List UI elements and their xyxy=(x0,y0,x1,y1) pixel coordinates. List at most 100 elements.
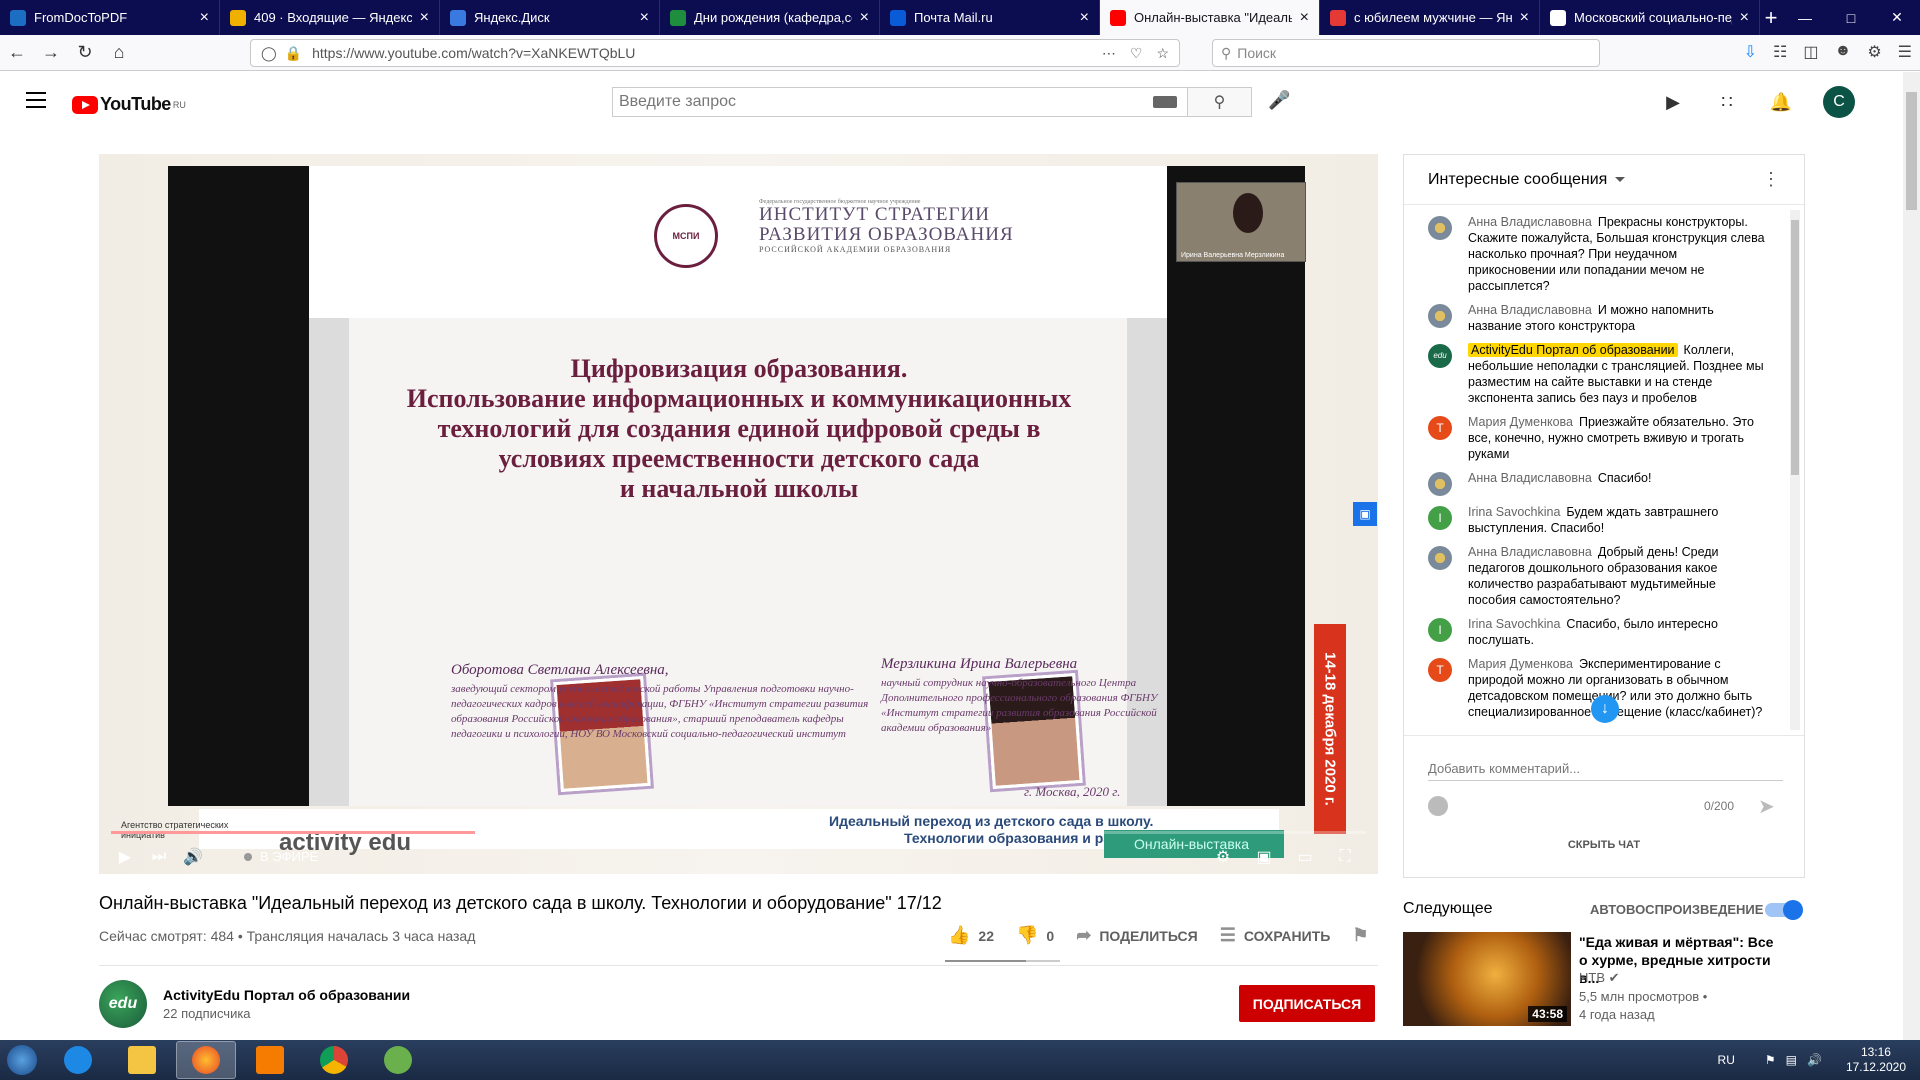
chat-scroll-thumb[interactable] xyxy=(1791,220,1799,475)
url-text[interactable]: https://www.youtube.com/watch?v=XaNKEWTQ… xyxy=(312,45,635,61)
chat-comment-input[interactable]: Добавить комментарий... xyxy=(1428,761,1783,781)
close-tab-icon[interactable]: × xyxy=(1300,9,1309,27)
channel-avatar[interactable]: edu xyxy=(99,980,147,1028)
chat-author-name[interactable]: Анна Владиславовна xyxy=(1468,545,1592,559)
youtube-search-input[interactable]: Введите запрос xyxy=(612,87,1188,117)
cast-icon[interactable]: ▣ xyxy=(1353,502,1377,526)
browser-tab[interactable]: Онлайн-выставка "Идеальн × xyxy=(1100,0,1320,35)
chat-author-name[interactable]: Анна Владиславовна xyxy=(1468,215,1592,229)
play-icon[interactable]: ▶ xyxy=(113,845,137,869)
fullscreen-icon[interactable]: ⛶ xyxy=(1333,845,1357,869)
chat-author-name[interactable]: ActivityEdu Портал об образовании xyxy=(1468,343,1678,357)
bookmark-star-icon[interactable]: ☆ xyxy=(1156,45,1169,62)
chat-author-avatar[interactable] xyxy=(1428,304,1452,328)
language-indicator[interactable]: RU xyxy=(1718,1053,1735,1067)
network-icon[interactable]: ▤ xyxy=(1786,1053,1797,1067)
library-icon[interactable]: ☷ xyxy=(1773,42,1787,62)
chat-author-name[interactable]: Мария Думенкова xyxy=(1468,657,1573,671)
chat-author-avatar[interactable] xyxy=(1428,472,1452,496)
browser-tab[interactable]: Московский социально-пед × xyxy=(1540,0,1760,35)
start-button[interactable] xyxy=(0,1040,44,1080)
video-player[interactable]: МСПИ Федеральное государственное бюджетн… xyxy=(99,154,1378,874)
next-icon[interactable]: ⏭ xyxy=(147,845,171,869)
home-icon[interactable]: ⌂ xyxy=(102,36,136,70)
account-icon[interactable]: ☻ xyxy=(1834,42,1851,62)
close-window-button[interactable]: ✕ xyxy=(1874,0,1920,35)
taskbar-torrent[interactable] xyxy=(368,1041,428,1079)
chat-author-avatar[interactable]: edu xyxy=(1428,344,1452,368)
taskbar-chrome[interactable] xyxy=(304,1041,364,1079)
subscribe-button[interactable]: ПОДПИСАТЬСЯ xyxy=(1239,985,1375,1022)
minimize-button[interactable]: — xyxy=(1782,0,1828,35)
apps-grid-icon[interactable]: ∷ xyxy=(1715,90,1739,114)
chat-author-avatar[interactable]: I xyxy=(1428,506,1452,530)
progress-bar[interactable] xyxy=(111,831,1366,834)
avatar[interactable]: С xyxy=(1823,86,1855,118)
browser-tab[interactable]: Дни рождения (кафедра,сек × xyxy=(660,0,880,35)
channel-name[interactable]: ActivityEdu Портал об образовании xyxy=(163,987,410,1003)
settings-gear-icon[interactable]: ⚙ xyxy=(1211,845,1235,869)
browser-tab[interactable]: Почта Mail.ru × xyxy=(880,0,1100,35)
chat-author-avatar[interactable]: Т xyxy=(1428,658,1452,682)
chat-author-avatar[interactable] xyxy=(1428,546,1452,570)
browser-tab[interactable]: Яндекс.Диск × xyxy=(440,0,660,35)
chat-author-name[interactable]: Мария Думенкова xyxy=(1468,415,1573,429)
close-tab-icon[interactable]: × xyxy=(420,9,429,27)
keyboard-icon[interactable] xyxy=(1153,96,1177,108)
miniplayer-icon[interactable]: ▣ xyxy=(1252,845,1276,869)
volume-icon[interactable]: 🔊 xyxy=(181,845,205,869)
page-actions-icon[interactable]: ⋯ xyxy=(1102,45,1116,62)
chat-author-avatar[interactable]: I xyxy=(1428,618,1452,642)
sidebar-icon[interactable]: ◫ xyxy=(1803,42,1818,62)
browser-tab[interactable]: 409 · Входящие — Яндекс.По × xyxy=(220,0,440,35)
download-icon[interactable]: ⇩ xyxy=(1744,42,1757,62)
more-options-icon[interactable]: ⋮ xyxy=(1762,169,1780,190)
close-tab-icon[interactable]: × xyxy=(1740,9,1749,27)
next-video-thumbnail[interactable]: 43:58 xyxy=(1403,932,1571,1026)
close-tab-icon[interactable]: × xyxy=(200,9,209,27)
lock-icon[interactable]: 🔒 xyxy=(285,45,302,62)
url-bar[interactable]: ◯ 🔒 https://www.youtube.com/watch?v=XaNK… xyxy=(250,39,1180,67)
speaker-icon[interactable]: 🔊 xyxy=(1807,1053,1822,1067)
browser-search-input[interactable]: ⚲ Поиск xyxy=(1212,39,1600,67)
maximize-button[interactable]: □ xyxy=(1828,0,1874,35)
chat-author-name[interactable]: Irina Savochkina xyxy=(1468,617,1560,631)
chat-author-name[interactable]: Анна Владиславовна xyxy=(1468,471,1592,485)
hamburger-menu-icon[interactable] xyxy=(26,92,46,113)
chevron-down-icon[interactable] xyxy=(1615,177,1626,182)
notifications-bell-icon[interactable]: 🔔 xyxy=(1769,90,1793,114)
close-tab-icon[interactable]: × xyxy=(860,9,869,27)
chat-scrollbar[interactable] xyxy=(1790,210,1800,730)
create-video-icon[interactable]: ▶ xyxy=(1661,90,1685,114)
pocket-icon[interactable]: ♡ xyxy=(1130,45,1143,62)
menu-icon[interactable]: ☰ xyxy=(1898,42,1912,62)
report-flag-button[interactable]: ⚑ xyxy=(1352,925,1376,946)
save-button[interactable]: ☰ СОХРАНИТЬ xyxy=(1220,925,1331,946)
microphone-icon[interactable]: 🎤 xyxy=(1268,90,1290,111)
back-icon[interactable]: ← xyxy=(0,36,34,70)
page-scrollbar[interactable] xyxy=(1903,72,1920,1040)
autoplay-toggle[interactable] xyxy=(1765,900,1803,920)
hide-chat-button[interactable]: СКРЫТЬ ЧАТ xyxy=(1404,839,1804,851)
close-tab-icon[interactable]: × xyxy=(1520,9,1529,27)
browser-tab[interactable]: с юбилеем мужчине — Янд × xyxy=(1320,0,1540,35)
close-tab-icon[interactable]: × xyxy=(1080,9,1089,27)
new-tab-button[interactable]: + xyxy=(1760,0,1782,35)
like-button[interactable]: 👍 22 xyxy=(948,925,994,946)
theater-mode-icon[interactable]: ▭ xyxy=(1293,845,1317,869)
emoji-icon[interactable] xyxy=(1428,796,1448,816)
dislike-button[interactable]: 👎 0 xyxy=(1016,925,1054,946)
flag-tray-icon[interactable]: ⚑ xyxy=(1765,1053,1776,1067)
live-indicator[interactable]: В ЭФИРЕ xyxy=(244,849,318,864)
close-tab-icon[interactable]: × xyxy=(640,9,649,27)
clock[interactable]: 13:16 17.12.2020 xyxy=(1846,1045,1906,1075)
chat-mode-dropdown[interactable]: Интересные сообщения xyxy=(1428,171,1607,189)
shield-icon[interactable]: ◯ xyxy=(261,45,277,62)
send-icon[interactable]: ➤ xyxy=(1758,794,1775,819)
forward-icon[interactable]: → xyxy=(34,36,68,70)
scroll-to-bottom-icon[interactable]: ↓ xyxy=(1591,695,1619,723)
search-button[interactable]: ⚲ xyxy=(1188,87,1252,117)
youtube-logo[interactable]: YouTube RU xyxy=(72,94,186,115)
chat-author-name[interactable]: Анна Владиславовна xyxy=(1468,303,1592,317)
taskbar-explorer[interactable] xyxy=(112,1041,172,1079)
